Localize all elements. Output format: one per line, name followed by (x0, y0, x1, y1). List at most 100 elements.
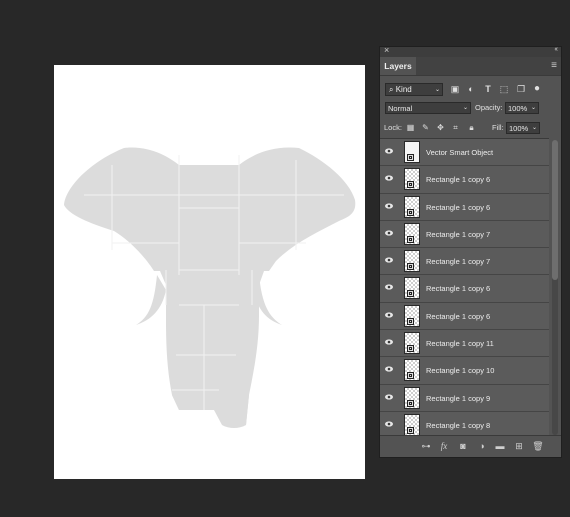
layer-thumbnail (404, 413, 420, 436)
filter-toggle-icon[interactable]: ● (532, 84, 542, 94)
document-canvas[interactable] (54, 65, 365, 479)
adjustment-layer-icon[interactable]: ◑ (476, 440, 488, 452)
lock-image-pixels-icon[interactable]: ✎ (421, 123, 430, 132)
trash-icon[interactable]: 🗑︎ (532, 440, 544, 452)
layer-name: Rectangle 1 copy 6 (426, 284, 491, 294)
visibility-eye-icon[interactable] (385, 339, 393, 345)
fill-label: Fill: (492, 123, 504, 132)
layer-thumbnail (404, 222, 420, 245)
layer-list-scrollbar[interactable] (552, 140, 558, 435)
blend-row: Normal ⌄ Opacity: 100% ⌄ (385, 102, 558, 116)
layer-thumbnail (404, 386, 420, 409)
blend-mode-select[interactable]: Normal ⌄ (385, 102, 471, 114)
layer-row[interactable]: Rectangle 1 copy 10 (380, 357, 549, 385)
layer-row[interactable]: Rectangle 1 copy 9 (380, 384, 549, 412)
kind-filter-select[interactable]: ⌕ Kind ⌄ (385, 83, 443, 96)
smart-object-badge-icon (407, 399, 414, 407)
layer-name: Rectangle 1 copy 9 (426, 393, 491, 403)
shape-filter-icon[interactable]: ⬚ (499, 84, 509, 94)
layer-thumbnail (404, 195, 420, 218)
visibility-eye-icon[interactable] (385, 394, 393, 400)
image-filter-icon[interactable]: ▣ (450, 84, 460, 94)
close-icon[interactable]: × (384, 45, 389, 55)
link-layers-icon[interactable]: ⊶ (420, 440, 432, 452)
smart-object-badge-icon (407, 181, 414, 189)
opacity-field[interactable]: 100% ⌄ (505, 102, 539, 114)
panel-title-strip: × ‹‹ (380, 45, 561, 57)
layers-panel: × ‹‹ Layers ≡ ⌕ Kind ⌄ ▣ ◐ T ⬚ ❐ ● Norma… (379, 45, 562, 458)
smart-object-badge-icon (407, 154, 414, 161)
chevron-down-icon: ⌄ (462, 105, 468, 111)
lock-label: Lock: (384, 123, 402, 132)
visibility-eye-icon[interactable] (385, 284, 393, 291)
smart-object-badge-icon (407, 317, 414, 325)
kind-filter-label: Kind (395, 85, 412, 94)
smart-object-badge-icon (407, 290, 414, 298)
layer-name: Rectangle 1 copy 7 (426, 257, 491, 267)
layer-thumbnail (404, 277, 420, 300)
opacity-label: Opacity: (475, 103, 503, 112)
blend-mode-value: Normal (388, 104, 413, 113)
layer-row[interactable]: Rectangle 1 copy 6 (380, 275, 549, 303)
smart-object-badge-icon (407, 426, 414, 434)
new-layer-icon[interactable]: ⊞ (513, 440, 525, 452)
layer-thumbnail (404, 359, 420, 382)
fx-icon[interactable]: fx (438, 440, 450, 452)
smart-object-badge-icon (407, 263, 414, 271)
layer-thumbnail (404, 168, 420, 191)
chevron-down-icon: ⌄ (530, 105, 536, 111)
collapse-panel-icon[interactable]: ‹‹ (554, 46, 558, 53)
layer-row[interactable]: Rectangle 1 copy 11 (380, 330, 549, 358)
visibility-eye-icon[interactable] (385, 312, 393, 318)
layer-name: Rectangle 1 copy 10 (426, 366, 495, 376)
new-group-icon[interactable]: ▬ (494, 440, 506, 452)
visibility-eye-icon[interactable] (385, 257, 393, 263)
smart-object-badge-icon (407, 208, 414, 216)
filter-row: ⌕ Kind ⌄ ▣ ◐ T ⬚ ❐ ● (385, 83, 558, 97)
smart-object-badge-icon (407, 345, 414, 353)
lock-all-icon[interactable]: 🔒︎ (467, 123, 476, 132)
layer-row[interactable]: Rectangle 1 copy 6 (380, 302, 549, 331)
layer-thumbnail (404, 141, 420, 163)
layer-row[interactable]: Vector Smart Object (380, 139, 549, 167)
layer-name: Rectangle 1 copy 7 (426, 229, 491, 239)
fill-value: 100% (509, 124, 529, 133)
lock-position-icon[interactable]: ✥ (436, 123, 445, 132)
visibility-eye-icon[interactable] (385, 366, 393, 372)
fill-field[interactable]: 100% ⌄ (506, 122, 540, 134)
layer-row[interactable]: Rectangle 1 copy 8 (380, 411, 549, 437)
search-icon: ⌕ (389, 85, 394, 94)
scrollbar-thumb[interactable] (552, 140, 558, 280)
layer-name: Rectangle 1 copy 6 (426, 175, 491, 185)
type-filter-icon[interactable]: T (483, 84, 493, 94)
layer-thumbnail (404, 332, 420, 355)
panel-bottom-bar: ⊶ fx ◙ ◑ ▬ ⊞ 🗑︎ (380, 435, 561, 457)
tab-layers[interactable]: Layers (380, 57, 416, 75)
layer-row[interactable]: Rectangle 1 copy 7 (380, 220, 549, 249)
layer-row[interactable]: Rectangle 1 copy 6 (380, 193, 549, 221)
visibility-eye-icon[interactable] (385, 230, 393, 236)
panel-tab-bar: Layers ≡ (380, 57, 561, 76)
opacity-value: 100% (508, 104, 528, 113)
visibility-eye-icon[interactable] (385, 175, 393, 181)
elephant-artwork (64, 147, 356, 428)
layer-name: Rectangle 1 copy 6 (426, 311, 491, 321)
layer-thumbnail (404, 304, 420, 327)
lock-row: Lock: ▦ ✎ ✥ ⌗ 🔒︎ Fill: 100% ⌄ (384, 122, 558, 136)
layer-list: Vector Smart Object Rectangle 1 copy 6 Rec… (380, 138, 549, 437)
layer-name: Rectangle 1 copy 8 (426, 420, 491, 430)
chevron-down-icon: ⌄ (434, 87, 440, 93)
add-mask-icon[interactable]: ◙ (457, 440, 469, 452)
chevron-down-icon: ⌄ (531, 125, 537, 131)
panel-menu-icon[interactable]: ≡ (551, 60, 557, 71)
layer-row[interactable]: Rectangle 1 copy 7 (380, 248, 549, 276)
visibility-eye-icon[interactable] (385, 148, 393, 154)
smart-object-filter-icon[interactable]: ❐ (516, 84, 526, 94)
lock-artboard-icon[interactable]: ⌗ (451, 123, 460, 132)
adjustment-filter-icon[interactable]: ◐ (466, 84, 476, 94)
visibility-eye-icon[interactable] (385, 202, 393, 209)
smart-object-badge-icon (407, 235, 414, 243)
lock-transparent-pixels-icon[interactable]: ▦ (406, 123, 415, 132)
layer-row[interactable]: Rectangle 1 copy 6 (380, 166, 549, 194)
visibility-eye-icon[interactable] (385, 421, 393, 427)
